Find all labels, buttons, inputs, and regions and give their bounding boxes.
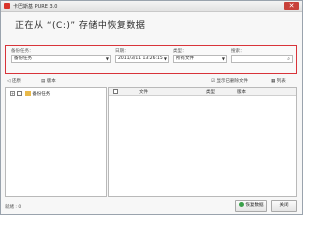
restore-data-button[interactable]: 恢复数据 — [235, 200, 267, 212]
list-view-button[interactable]: ▦ 列表 — [271, 78, 286, 84]
chevron-down-icon: ▼ — [221, 56, 225, 61]
category-label: 类型： — [173, 49, 187, 54]
app-window: 卡巴斯基 PURE 3.0 ✕ 正在从 “(C:)” 存储中恢复数据 备份任务：… — [0, 0, 303, 215]
title-bar: 卡巴斯基 PURE 3.0 ✕ — [1, 1, 302, 12]
tree-item-label: 备份任务 — [32, 92, 51, 97]
show-deleted-label: 显示已删除文件 — [216, 79, 248, 84]
versions-icon: ▤ — [41, 79, 46, 84]
filter-panel: 备份任务： 备份任务 ▼ 日期： 2011/3/11 13:26:15 ▼ 类型… — [5, 45, 297, 74]
search-input[interactable]: ⌕ — [231, 55, 293, 63]
show-deleted-toggle[interactable]: ☑ 显示已删除文件 — [211, 78, 248, 84]
folder-tree-pane: + 备份任务 — [5, 87, 107, 197]
restore-data-label: 恢复数据 — [245, 203, 264, 208]
date-select-value: 2011/3/11 13:26:15 — [118, 56, 163, 61]
task-select[interactable]: 备份任务 ▼ — [11, 55, 111, 63]
search-label: 搜索： — [231, 49, 245, 54]
checkbox-icon: ☑ — [211, 79, 216, 84]
select-all-checkbox[interactable] — [113, 89, 118, 94]
folder-icon — [24, 91, 31, 96]
toolbar: ◁ 还原 ▤ 版本 ☑ 显示已删除文件 ▦ 列表 — [5, 77, 297, 86]
file-list-header: 文件 类型 版本 — [109, 88, 296, 96]
category-select[interactable]: 所有文件 ▼ — [173, 55, 227, 63]
chevron-down-icon: ▼ — [105, 56, 109, 61]
restore-back-button[interactable]: ◁ 还原 — [7, 78, 21, 84]
status-text: 就绪 : 0 — [5, 205, 22, 210]
column-header-version[interactable]: 版本 — [237, 89, 246, 95]
versions-button[interactable]: ▤ 版本 — [41, 78, 56, 84]
close-window-button[interactable]: ✕ — [284, 2, 299, 10]
expand-icon[interactable]: + — [10, 91, 15, 96]
date-select[interactable]: 2011/3/11 13:26:15 ▼ — [115, 55, 169, 63]
restore-icon — [238, 202, 244, 207]
versions-label: 版本 — [46, 79, 56, 84]
category-select-value: 所有文件 — [176, 56, 194, 61]
file-list-pane: 文件 类型 版本 — [108, 87, 297, 197]
list-view-label: 列表 — [276, 79, 286, 84]
task-select-value: 备份任务 — [14, 56, 32, 61]
page-heading: 正在从 “(C:)” 存储中恢复数据 — [15, 21, 146, 31]
app-logo-icon — [4, 3, 10, 9]
tree-checkbox[interactable] — [17, 91, 23, 96]
window-title: 卡巴斯基 PURE 3.0 — [13, 4, 58, 10]
list-view-icon: ▦ — [271, 79, 276, 84]
chevron-down-icon: ▼ — [163, 56, 167, 61]
column-header-type[interactable]: 类型 — [206, 89, 215, 95]
close-button[interactable]: 关闭 — [271, 200, 297, 212]
column-header-file[interactable]: 文件 — [139, 89, 148, 95]
task-label: 备份任务： — [11, 49, 34, 54]
tree-item-backup-task[interactable]: + 备份任务 — [10, 91, 50, 97]
date-label: 日期： — [115, 49, 129, 54]
search-icon[interactable]: ⌕ — [287, 56, 290, 62]
